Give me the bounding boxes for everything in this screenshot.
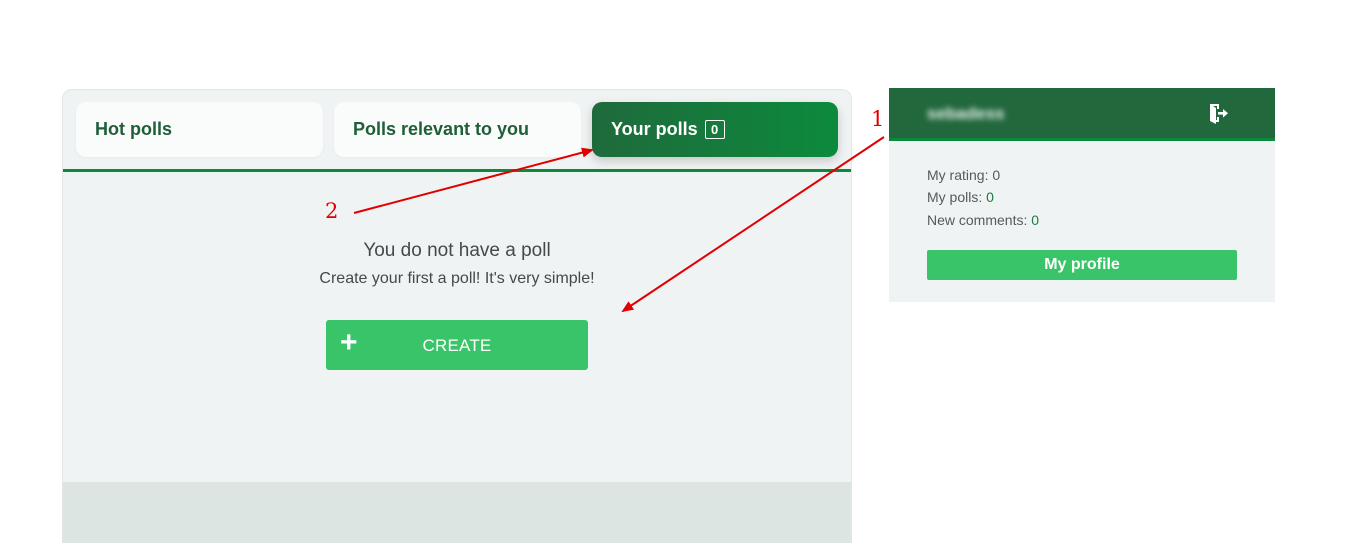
tab-hot-polls[interactable]: Hot polls [76,102,323,157]
create-poll-button-label: CREATE [422,336,492,355]
panel-footer [63,482,851,543]
tab-relevant-polls[interactable]: Polls relevant to you [334,102,581,157]
empty-state-subtitle: Create your first a poll! It's very simp… [319,270,595,287]
stat-new-comments-value[interactable]: 0 [1031,212,1039,228]
stat-new-comments-label: New comments: [927,212,1032,228]
tab-relevant-polls-label: Polls relevant to you [353,119,530,139]
username: sebadess [927,104,1005,123]
my-profile-button[interactable]: My profile [927,250,1237,280]
stat-my-polls: My polls: 0 [927,189,994,205]
user-card: sebadess My rating: 0 My polls: 0 New co… [889,88,1275,302]
logout-door-icon[interactable] [1207,101,1229,125]
create-poll-button[interactable]: + CREATE [326,320,588,370]
polls-panel: Hot polls Polls relevant to you Your pol… [62,89,852,543]
stat-new-comments: New comments: 0 [927,212,1039,228]
tab-hot-polls-label: Hot polls [95,119,172,139]
annotation-marker-1: 1 [871,107,885,131]
stat-my-polls-label: My polls: [927,189,987,205]
tab-bar: Hot polls Polls relevant to you Your pol… [63,90,851,172]
page: Hot polls Polls relevant to you Your pol… [0,0,1347,543]
user-card-header: sebadess [889,88,1275,141]
your-polls-count-badge: 0 [704,120,725,139]
stat-my-rating-label: My rating: [927,167,993,183]
stat-my-rating: My rating: 0 [927,167,1000,183]
tab-your-polls[interactable]: Your polls 0 [592,102,838,157]
stat-my-polls-value[interactable]: 0 [986,189,994,205]
annotation-marker-2: 2 [325,199,339,223]
stat-my-rating-value: 0 [992,167,1001,183]
empty-state-title: You do not have a poll [363,240,551,261]
tab-your-polls-label: Your polls [611,119,698,139]
